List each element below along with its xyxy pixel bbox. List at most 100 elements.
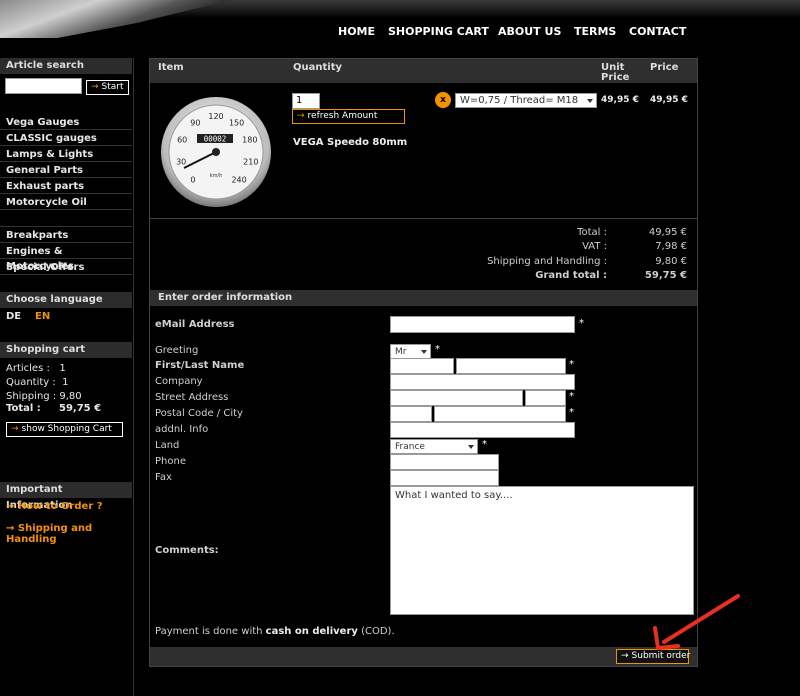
category-vega-gauges[interactable]: Vega Gauges — [0, 115, 132, 130]
category-general-parts[interactable]: General Parts — [0, 163, 132, 178]
col-price: Price — [650, 62, 679, 73]
chevron-down-icon — [587, 99, 593, 103]
info-link-how-to-order[interactable]: → How to Order ? — [6, 501, 103, 512]
col-unit-price-2: Price — [601, 72, 630, 83]
arrow-icon: → — [6, 523, 18, 534]
variant-select[interactable]: W=0,75 / Thread= M18 — [455, 93, 597, 108]
street-label: Street Address — [155, 392, 229, 403]
addnl-info-field[interactable] — [390, 422, 575, 438]
divider — [150, 218, 697, 219]
arrow-icon: → — [297, 111, 305, 121]
fax-field[interactable] — [390, 470, 499, 486]
remove-item-icon[interactable]: x — [435, 92, 451, 108]
gauge-tick-label: 90 — [190, 119, 200, 128]
greeting-label: Greeting — [155, 345, 199, 356]
important-info-title: Important Information — [0, 482, 132, 511]
first-name-field[interactable] — [390, 358, 454, 374]
arrow-icon: → — [6, 501, 18, 512]
search-start-label: Start — [101, 82, 124, 92]
info-link-shipping-handling[interactable]: → Shipping and Handling — [6, 523, 133, 545]
land-select[interactable]: France — [390, 439, 478, 454]
street-required-mark: * — [569, 391, 574, 402]
summary-shipping-value: 9,80 € — [655, 256, 687, 267]
refresh-amount-button[interactable]: → refresh Amount — [292, 109, 405, 124]
summary-total-label: Total : — [577, 227, 607, 238]
greeting-value: Mr — [395, 347, 407, 357]
gauge-tick-label: 120 — [208, 112, 223, 121]
summary-shipping-label: Shipping and Handling : — [487, 256, 607, 267]
payment-method: cash on delivery — [265, 626, 358, 637]
cart-quantity: Quantity : 1 — [6, 377, 69, 388]
postal-required-mark: * — [569, 407, 574, 418]
cart-total-value: 59,75 € — [59, 403, 102, 414]
order-info-header: Enter order information — [150, 290, 697, 306]
category-classic-gauges[interactable]: CLASSIC gauges — [0, 131, 132, 146]
language-en[interactable]: EN — [35, 311, 50, 322]
variant-selected-value: W=0,75 / Thread= M18 — [460, 95, 579, 106]
col-quantity: Quantity — [293, 62, 342, 73]
cart-total-label: Total : — [6, 403, 41, 414]
greeting-select[interactable]: Mr — [390, 344, 431, 359]
email-required-mark: * — [579, 318, 584, 329]
category-breakparts[interactable]: Breakparts — [0, 228, 132, 243]
category-spacer — [0, 211, 132, 227]
search-start-button[interactable]: → Start — [86, 80, 129, 95]
arrow-icon: → — [11, 424, 19, 434]
summary-vat-value: 7,98 € — [655, 241, 687, 252]
gauge-tick-label: 180 — [242, 136, 257, 145]
banner-logo-graphic — [0, 0, 230, 38]
category-exhaust-parts[interactable]: Exhaust parts — [0, 179, 132, 194]
speedometer-product-image: 0 30 6090 120 150 180 210 240 00002 km/h — [161, 97, 271, 207]
submit-bar — [150, 647, 697, 666]
article-search-title: Article search — [0, 58, 132, 74]
unit-price: 49,95 € — [601, 95, 639, 105]
article-search-input[interactable] — [5, 78, 82, 94]
cart-articles: Articles : 1 — [6, 363, 66, 374]
phone-field[interactable] — [390, 454, 499, 470]
email-field[interactable] — [390, 316, 575, 333]
company-label: Company — [155, 376, 203, 387]
city-field[interactable] — [434, 406, 566, 422]
nav-shopping-cart[interactable]: SHOPPING CART — [388, 25, 489, 38]
gauge-tick-label: 210 — [243, 157, 258, 166]
postal-city-label: Postal Code / City — [155, 408, 243, 419]
arrow-icon: → — [621, 651, 629, 661]
shipping-handling-label: Shipping and Handling — [6, 523, 93, 545]
how-to-order-label: How to Order ? — [17, 501, 103, 512]
nav-about-us[interactable]: ABOUT US — [498, 25, 561, 38]
category-lamps-lights[interactable]: Lamps & Lights — [0, 147, 132, 162]
category-engines-motorcycles[interactable]: Engines & Motorcycles — [0, 244, 132, 272]
line-price: 49,95 € — [650, 95, 688, 105]
category-motorcycle-oil[interactable]: Motorcycle Oil — [0, 195, 132, 210]
gauge-tick-label: 60 — [177, 136, 187, 145]
quantity-input[interactable]: 1 — [292, 93, 320, 109]
house-number-field[interactable] — [525, 390, 566, 406]
show-shopping-cart-button[interactable]: → show Shopping Cart — [6, 422, 123, 437]
nav-contact[interactable]: CONTACT — [629, 25, 686, 38]
summary-vat-label: VAT : — [582, 241, 607, 252]
land-label: Land — [155, 440, 180, 451]
last-name-field[interactable] — [456, 358, 566, 374]
gauge-tick-label: 150 — [229, 119, 244, 128]
nav-home[interactable]: HOME — [338, 25, 375, 38]
red-annotation-arrow — [653, 594, 740, 650]
language-de[interactable]: DE — [6, 311, 21, 322]
postal-code-field[interactable] — [390, 406, 432, 422]
refresh-amount-label: refresh Amount — [307, 111, 378, 121]
comments-label: Comments: — [155, 545, 219, 556]
email-label: eMail Address — [155, 319, 235, 330]
arrow-icon: → — [91, 82, 99, 92]
language-title: Choose language — [0, 292, 132, 308]
category-special-offers[interactable]: Special Offers — [0, 260, 132, 275]
payment-note-post: (COD). — [357, 626, 395, 637]
show-cart-label: show Shopping Cart — [21, 424, 112, 434]
name-required-mark: * — [569, 359, 574, 370]
col-item: Item — [158, 62, 184, 73]
company-field[interactable] — [390, 374, 575, 390]
name-label: First/Last Name — [155, 360, 245, 371]
gauge-tick-label: 0 — [190, 176, 195, 185]
street-field[interactable] — [390, 390, 523, 406]
fax-label: Fax — [155, 472, 172, 483]
nav-terms[interactable]: TERMS — [574, 25, 616, 38]
odometer-value: 00002 — [204, 135, 227, 144]
